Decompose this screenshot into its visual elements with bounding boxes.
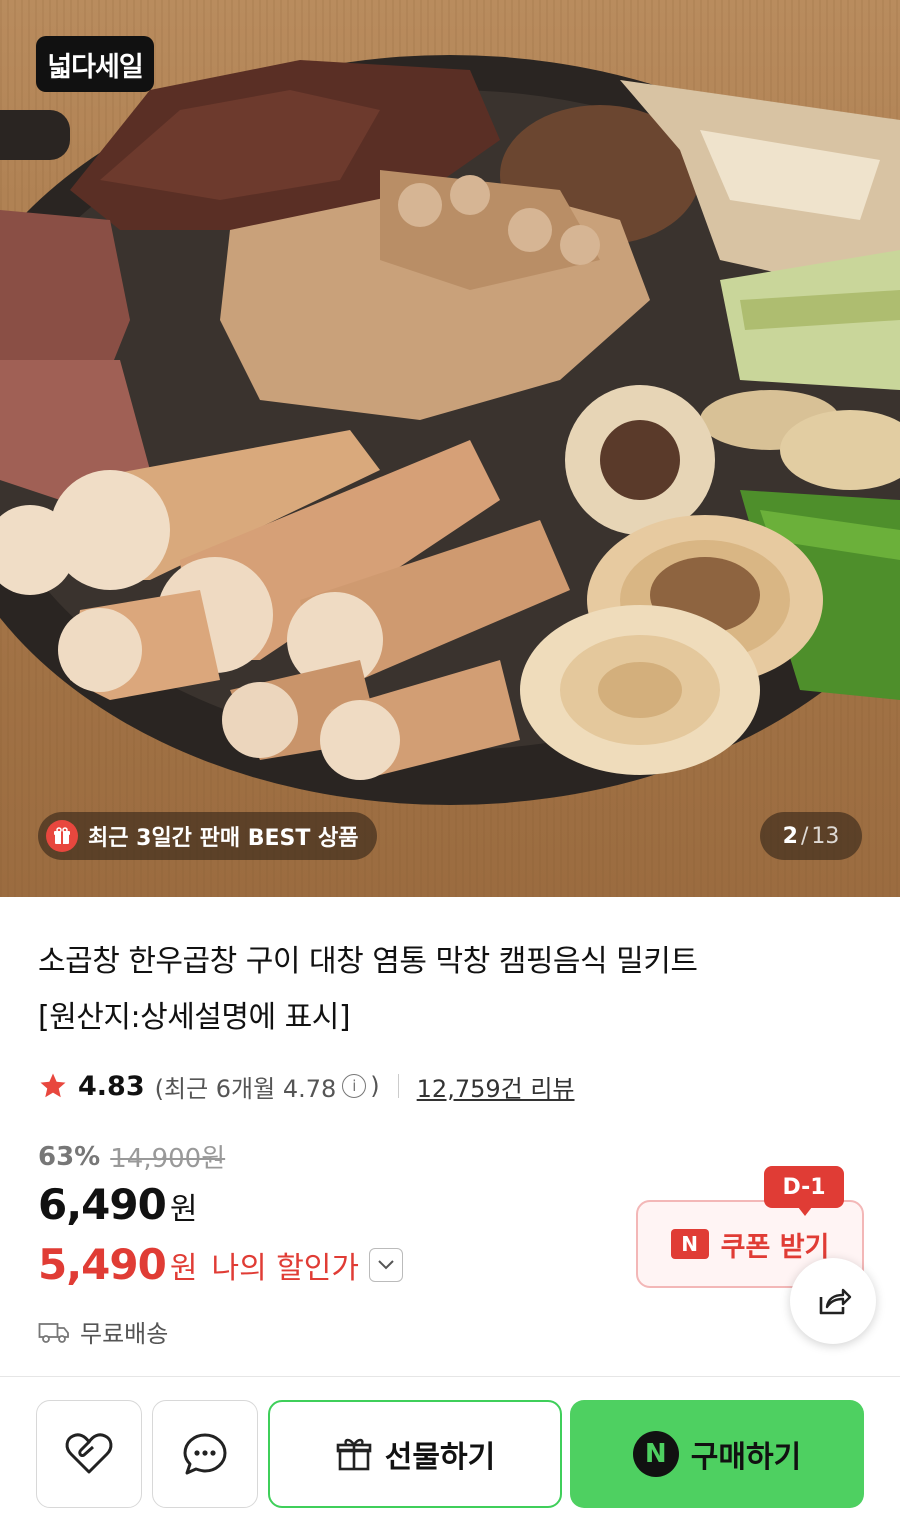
truck-icon [38, 1322, 69, 1343]
product-title-line2: [원산지:상세설명에 표시] [38, 1000, 351, 1035]
buy-button[interactable]: N 구매하기 [570, 1400, 864, 1508]
my-price-row[interactable]: 5,490 원 나의 할인가 [38, 1240, 404, 1289]
naver-n-icon: N [670, 1229, 709, 1259]
image-pager: 2 / 13 [760, 812, 862, 860]
product-title: 소곱창 한우곱창 구이 대창 염통 막창 캠핑음식 밀키트 [원산지:상세설명에… [38, 934, 858, 1046]
discount-percent: 63% [38, 1141, 101, 1172]
sale-price: 6,490 [38, 1180, 167, 1229]
recent-rating-text: (최근 6개월 4.78 [154, 1074, 337, 1103]
recent-rating-close: ) [370, 1072, 380, 1100]
wishlist-button[interactable] [36, 1400, 142, 1508]
product-title-line1: 소곱창 한우곱창 구이 대창 염통 막창 캠핑음식 밀키트 [38, 944, 698, 979]
bottom-divider [0, 1376, 900, 1377]
chat-icon [183, 1433, 227, 1475]
food-photo [0, 55, 900, 805]
shipping-info: 무료배송 [38, 1314, 168, 1349]
info-icon[interactable]: i [342, 1074, 367, 1098]
talk-button[interactable] [152, 1400, 258, 1508]
shipping-label: 무료배송 [80, 1320, 169, 1348]
naver-pay-icon: N [632, 1431, 679, 1477]
my-discount-unit: 원 [169, 1250, 198, 1286]
original-price: 14,900원 [110, 1144, 226, 1174]
gift-button-label: 선물하기 [384, 1440, 496, 1475]
best-chip-label: 최근 3일간 판매 BEST 상품 [88, 826, 359, 851]
reviews-link[interactable]: 12,759건 리뷰 [417, 1069, 575, 1104]
share-icon [819, 1288, 852, 1315]
discount-row: 63% 14,900원 [38, 1138, 225, 1175]
sale-price-unit: 원 [169, 1192, 198, 1227]
dday-badge: D-1 [764, 1166, 844, 1216]
recent-rating: (최근 6개월 4.78 i ) [155, 1069, 380, 1104]
pager-separator: / [800, 823, 809, 849]
pager-total: 13 [811, 823, 840, 849]
chevron-down-icon[interactable] [369, 1247, 404, 1282]
coupon-label: 쿠폰 받기 [720, 1231, 830, 1263]
star-icon [40, 1073, 66, 1098]
product-image[interactable]: 넓다세일 최근 3일간 판매 BEST 상품 2 / 13 [0, 0, 900, 897]
divider [397, 1074, 399, 1098]
my-discount-label: 나의 할인가 [211, 1250, 360, 1286]
best-seller-chip: 최근 3일간 판매 BEST 상품 [38, 812, 377, 860]
share-button[interactable] [790, 1258, 876, 1344]
my-discount-price: 5,490 [38, 1240, 167, 1289]
sale-badge: 넓다세일 [36, 36, 154, 92]
gift-icon [46, 820, 78, 852]
buy-button-label: 구매하기 [690, 1440, 802, 1475]
rating-row: 4.83 (최근 6개월 4.78 i ) 12,759건 리뷰 [38, 1066, 575, 1106]
sale-price-row: 6,490 원 [38, 1180, 197, 1229]
rating-score: 4.83 [78, 1070, 145, 1102]
gift-box-icon [336, 1438, 372, 1471]
pager-current: 2 [782, 823, 798, 849]
heart-icon [65, 1433, 113, 1474]
gift-button[interactable]: 선물하기 [268, 1400, 562, 1508]
